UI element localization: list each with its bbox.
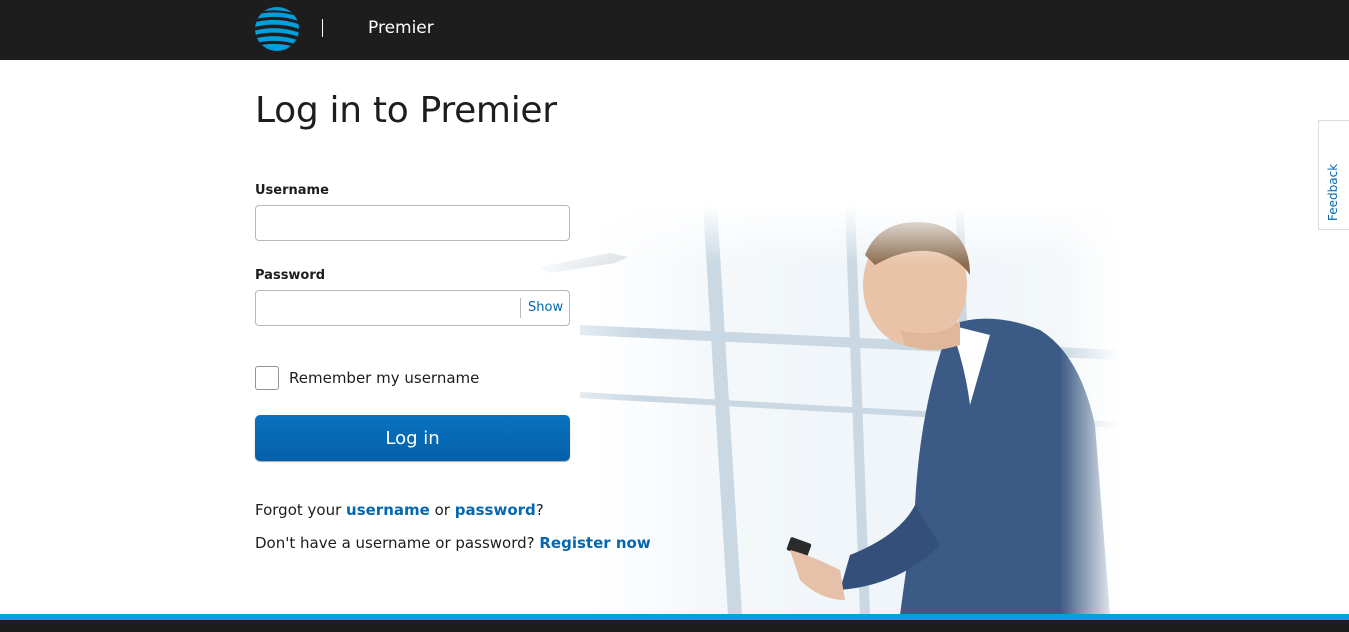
register-now-link[interactable]: Register now — [539, 534, 650, 552]
password-label: Password — [255, 268, 326, 283]
password-input[interactable] — [256, 291, 518, 325]
feedback-tab[interactable]: Feedback — [1318, 120, 1349, 230]
hero-fade-right — [1060, 205, 1120, 615]
register-prefix: Don't have a username or password? — [255, 534, 535, 552]
forgot-password-link[interactable]: password — [455, 501, 536, 519]
feedback-label[interactable]: Feedback — [1326, 164, 1340, 221]
remember-username-checkbox[interactable] — [255, 366, 279, 390]
forgot-or: or — [434, 501, 450, 519]
login-button[interactable]: Log in — [255, 415, 570, 461]
page-title: Log in to Premier — [255, 90, 557, 131]
hero-fade-left — [520, 205, 640, 615]
username-label: Username — [255, 183, 329, 198]
show-password-button[interactable]: Show — [528, 300, 563, 315]
forgot-credentials-line: Forgot your username or password? — [255, 501, 544, 519]
att-globe-icon[interactable] — [254, 6, 300, 52]
top-navigation-bar: Premier — [0, 0, 1349, 60]
password-divider — [520, 298, 521, 318]
forgot-username-link[interactable]: username — [346, 501, 430, 519]
forgot-suffix: ? — [535, 501, 544, 519]
hero-image — [520, 205, 1120, 615]
remember-username-label[interactable]: Remember my username — [289, 369, 479, 387]
password-field: Show — [255, 290, 570, 326]
forgot-prefix: Forgot your — [255, 501, 342, 519]
brand-name: Premier — [368, 18, 434, 38]
footer-bar — [0, 620, 1349, 632]
username-input[interactable] — [255, 205, 570, 241]
register-line: Don't have a username or password? Regis… — [255, 534, 651, 552]
header-divider — [322, 19, 323, 37]
